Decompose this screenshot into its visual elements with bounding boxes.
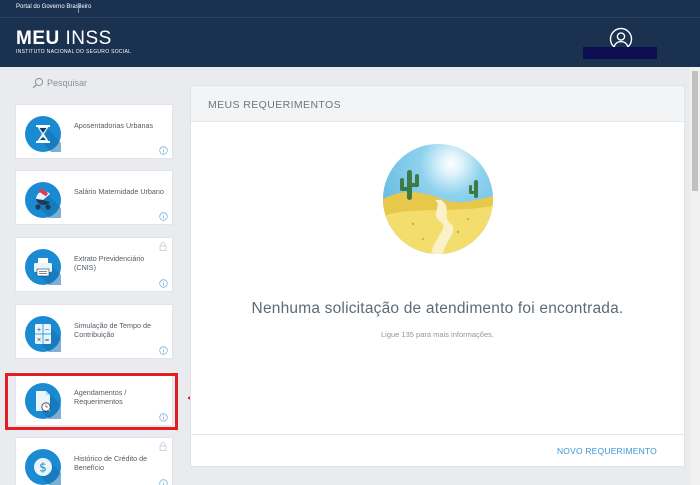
panel-footer-divider [191,434,684,435]
user-name-redacted[interactable] [583,47,657,59]
service-card-aposentadorias[interactable]: Aposentadorias Urbanas [15,104,173,159]
svg-text:−: − [44,327,49,334]
service-card-salario-maternidade[interactable]: Salário Maternidade Urbano [15,170,173,225]
new-request-button[interactable]: NOVO REQUERIMENTO [557,446,657,456]
page-scrollbar[interactable] [690,67,700,485]
calculator-icon: + − × = [35,324,61,352]
info-icon[interactable] [159,346,168,355]
money-icon: $ [34,458,61,485]
service-label: Salário Maternidade Urbano [74,187,164,196]
service-card-simulacao-tempo[interactable]: + − × = Simulação de Tempo de Contribuiç… [15,304,173,359]
lock-icon [159,242,167,251]
service-card-historico-credito[interactable]: $ Histórico de Crédito de Benefício [15,437,173,485]
service-label: Histórico de Crédito de Benefício [74,454,148,472]
hourglass-icon [36,125,61,152]
search-icon [32,77,44,89]
svg-text:×: × [36,337,41,344]
service-label: Extrato Previdenciário (CNIS) [74,254,145,272]
government-bar: Portal do Governo Brasileiro [0,0,700,17]
app-title[interactable]: MEU INSS [16,28,112,50]
empty-state-hint: Ligue 135 para mais informações. [381,330,494,339]
svg-text:$: $ [39,461,47,475]
government-portal-link[interactable]: Portal do Governo Brasileiro [16,4,91,10]
desert-illustration [383,144,493,254]
requests-panel: MEUS REQUERIMENTOS Nenhuma solicitação d… [190,85,685,467]
service-icon-circle: + − × = [25,316,61,352]
service-label: Aposentadorias Urbanas [74,121,154,130]
scrollbar-thumb[interactable] [692,71,698,191]
app-title-bold: MEU [16,28,60,49]
app-header: MEU INSS INSTITUTO NACIONAL DO SEGURO SO… [0,17,700,67]
service-icon-circle [25,182,61,218]
search-label: Pesquisar [47,78,88,88]
info-icon[interactable] [159,212,168,221]
panel-header: MEUS REQUERIMENTOS [191,86,684,122]
search-box[interactable]: Pesquisar [32,76,87,90]
stroller-icon [35,188,61,218]
info-icon[interactable] [159,279,168,288]
svg-text:=: = [44,337,49,344]
empty-state-message: Nenhuma solicitação de atendimento foi e… [251,300,624,317]
app-title-rest: INSS [59,28,112,49]
info-icon[interactable] [159,479,168,485]
svg-text:+: + [36,327,41,334]
printer-icon [34,258,61,285]
service-card-extrato-previdenciario[interactable]: Extrato Previdenciário (CNIS) [15,237,173,292]
panel-title: MEUS REQUERIMENTOS [208,99,342,111]
highlight-box [5,373,178,430]
service-icon-circle: $ [25,449,61,485]
lock-icon [159,442,167,451]
government-bar-divider [78,3,79,13]
info-icon[interactable] [159,146,168,155]
service-label: Simulação de Tempo de Contribuição [74,321,151,339]
service-icon-circle [25,249,61,285]
app-subtitle: INSTITUTO NACIONAL DO SEGURO SOCIAL [16,49,132,55]
service-icon-circle [25,116,61,152]
